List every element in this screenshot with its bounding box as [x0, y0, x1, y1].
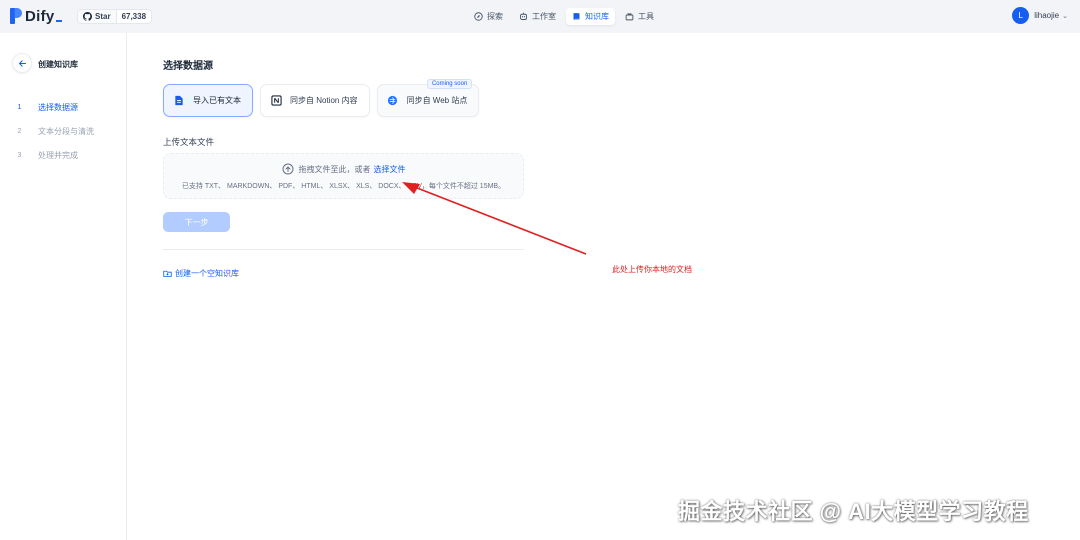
step-number: 3 — [17, 151, 22, 159]
github-star-count: 67,338 — [121, 12, 147, 21]
step-process-finish: 3 处理并完成 — [14, 149, 94, 161]
source-import-text[interactable]: 导入已有文本 — [163, 84, 253, 117]
nav-tools-label: 工具 — [638, 12, 654, 21]
nav-studio[interactable]: 工作室 — [513, 8, 562, 25]
folder-plus-icon — [163, 270, 172, 277]
nav-explore-label: 探索 — [487, 12, 503, 21]
robot-icon — [519, 12, 528, 21]
avatar: L — [1012, 7, 1030, 24]
book-icon — [572, 12, 581, 21]
source-web-sync[interactable]: 同步自 Web 站点 Coming soon — [376, 79, 480, 117]
supported-formats-text: 已支持 TXT、 MARKDOWN、 PDF、 HTML、 XLSX、 XLS、… — [181, 183, 506, 190]
source-notion-label: 同步自 Notion 内容 — [290, 96, 358, 105]
watermark-text: 掘金技术社区 @ AI大模型学习教程 — [678, 499, 1029, 524]
coming-soon-badge: Coming soon — [426, 79, 473, 89]
source-notion-sync[interactable]: 同步自 Notion 内容 — [260, 84, 370, 117]
dify-logo[interactable]: Dify — [10, 7, 62, 25]
upload-cloud-icon — [282, 163, 293, 175]
step-label: 处理并完成 — [38, 150, 78, 160]
choose-file-link[interactable]: 选择文件 — [374, 164, 406, 175]
step-label: 文本分段与清洗 — [38, 126, 94, 136]
step-list: 1 选择数据源 2 文本分段与清洗 3 处理并完成 — [14, 101, 94, 173]
user-name: lihaojie — [1034, 11, 1060, 20]
logo-text: Dify — [25, 7, 55, 25]
file-text-icon — [173, 95, 185, 107]
nav-studio-label: 工作室 — [532, 12, 556, 21]
user-menu[interactable]: L lihaojie ⌄ — [1012, 7, 1068, 24]
back-button[interactable] — [12, 53, 32, 73]
step-select-source: 1 选择数据源 — [14, 101, 94, 113]
create-empty-knowledge-link[interactable]: 创建一个空知识库 — [163, 268, 239, 279]
top-header: Dify Star 67,338 探索 工作室 知识库 工具 L lihaoji… — [0, 0, 1080, 33]
step-segment-clean: 2 文本分段与清洗 — [14, 125, 94, 137]
sidebar-title: 创建知识库 — [38, 60, 78, 69]
logo-underscore — [55, 20, 62, 22]
github-star-badge[interactable]: Star 67,338 — [77, 9, 153, 24]
annotation-text: 此处上传你本地的文档 — [612, 265, 692, 274]
nav-knowledge[interactable]: 知识库 — [566, 8, 615, 25]
github-star-label: Star — [95, 12, 111, 21]
upload-section-label: 上传文本文件 — [163, 137, 215, 147]
steps-sidebar: 创建知识库 1 选择数据源 2 文本分段与清洗 3 处理并完成 — [0, 33, 127, 540]
source-import-text-label: 导入已有文本 — [193, 96, 241, 105]
create-empty-knowledge-label: 创建一个空知识库 — [175, 269, 239, 278]
page-title: 选择数据源 — [163, 61, 213, 72]
dropzone-prompt: 拖拽文件至此，或者 — [298, 164, 371, 174]
nav-tools[interactable]: 工具 — [619, 8, 660, 25]
chevron-down-icon: ⌄ — [1062, 12, 1068, 20]
content-area: 选择数据源 导入已有文本 同步自 Notion 内容 同步自 Web 站点 Co — [163, 33, 525, 540]
dropzone-prompt-row: 拖拽文件至此，或者 选择文件 — [164, 163, 523, 175]
divider — [163, 249, 524, 250]
github-star-button[interactable]: Star — [78, 10, 117, 23]
step-label: 选择数据源 — [38, 102, 78, 112]
main-nav: 探索 工作室 知识库 工具 — [468, 8, 660, 25]
dify-logo-mark — [10, 8, 22, 24]
web-icon — [387, 95, 399, 107]
data-source-options: 导入已有文本 同步自 Notion 内容 同步自 Web 站点 Coming s… — [163, 79, 480, 117]
file-dropzone[interactable]: 拖拽文件至此，或者 选择文件 已支持 TXT、 MARKDOWN、 PDF、 H… — [163, 153, 524, 199]
step-number: 1 — [17, 103, 22, 111]
main-panel: 创建知识库 1 选择数据源 2 文本分段与清洗 3 处理并完成 选择数据源 导入… — [0, 33, 1080, 540]
arrow-left-icon — [18, 59, 26, 67]
notion-icon — [270, 95, 282, 107]
nav-knowledge-label: 知识库 — [585, 12, 609, 21]
nav-explore[interactable]: 探索 — [468, 8, 509, 25]
next-step-button[interactable]: 下一步 — [163, 212, 230, 232]
step-number: 2 — [17, 127, 22, 135]
github-icon — [83, 12, 92, 21]
compass-icon — [474, 12, 483, 21]
source-web-label: 同步自 Web 站点 — [406, 96, 468, 105]
toolbox-icon — [625, 12, 634, 21]
